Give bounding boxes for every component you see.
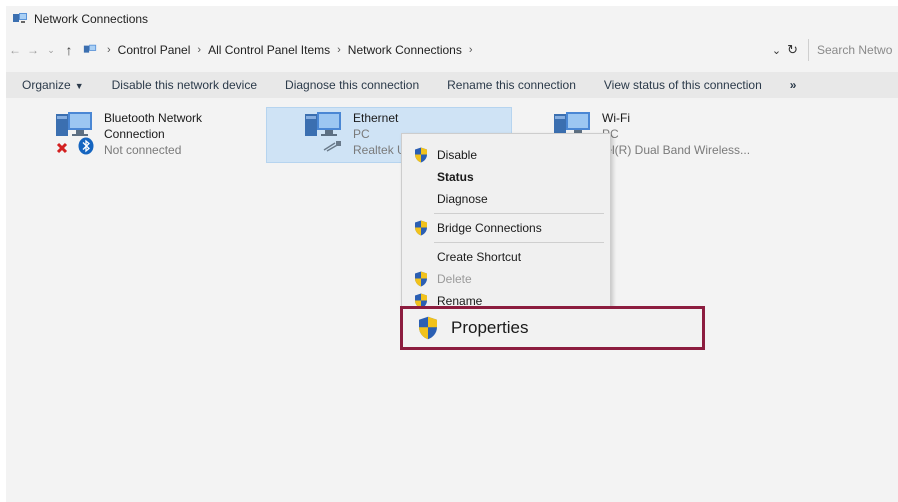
wifi-text: Wi-Fi PC tel(R) Dual Band Wireless... bbox=[602, 110, 750, 160]
address-row: ← → ⌄ ↑ › Control Panel › All Control Pa… bbox=[6, 36, 898, 64]
connection-name-cont: Connection bbox=[104, 127, 165, 141]
connection-name: Ethernet bbox=[353, 111, 399, 125]
menu-item-properties-highlighted[interactable]: Properties bbox=[400, 306, 705, 350]
ethernet-text: Ethernet PC Realtek U bbox=[353, 110, 406, 162]
organize-button[interactable]: Organize ▼ bbox=[22, 78, 84, 92]
more-commands-button[interactable]: » bbox=[790, 78, 797, 92]
view-status-button[interactable]: View status of this connection bbox=[604, 78, 762, 92]
connection-status: PC bbox=[602, 126, 750, 142]
menu-item-disable[interactable]: Disable bbox=[402, 144, 610, 166]
uac-shield-icon bbox=[414, 147, 428, 163]
caret-down-icon: ▼ bbox=[74, 81, 84, 91]
up-arrow-icon[interactable]: ↑ bbox=[60, 40, 78, 60]
connection-name: Wi-Fi bbox=[602, 111, 630, 125]
menu-separator bbox=[434, 242, 604, 243]
breadcrumb-separator-icon[interactable]: › bbox=[466, 44, 476, 56]
recent-locations-chevron-icon[interactable]: ⌄ bbox=[42, 40, 60, 60]
menu-item-create-shortcut[interactable]: Create Shortcut bbox=[402, 246, 610, 268]
address-bar[interactable]: › Control Panel › All Control Panel Item… bbox=[78, 39, 772, 61]
connection-bluetooth[interactable]: Bluetooth Network Connection Not connect… bbox=[54, 110, 254, 160]
uac-shield-icon bbox=[414, 220, 428, 236]
menu-item-diagnose[interactable]: Diagnose bbox=[402, 188, 610, 210]
error-x-icon bbox=[56, 142, 68, 154]
connection-status: PC bbox=[353, 127, 370, 141]
menu-separator bbox=[434, 213, 604, 214]
connection-device: tel(R) Dual Band Wireless... bbox=[602, 143, 751, 157]
connection-status: Not connected bbox=[104, 143, 182, 157]
breadcrumb-separator-icon: › bbox=[197, 44, 202, 56]
context-menu: Disable Status Diagnose Bridge Connectio… bbox=[401, 133, 611, 308]
breadcrumb-all-control-panel-items[interactable]: All Control Panel Items bbox=[204, 43, 334, 57]
refresh-icon[interactable]: ↻ bbox=[787, 42, 798, 58]
breadcrumb-network-connections[interactable]: Network Connections bbox=[344, 43, 466, 57]
control-panel-icon bbox=[83, 44, 97, 53]
uac-shield-icon bbox=[414, 271, 428, 287]
rename-connection-button[interactable]: Rename this connection bbox=[447, 78, 576, 92]
network-adapter-icon bbox=[303, 110, 345, 154]
network-adapter-icon bbox=[54, 110, 96, 155]
uac-shield-icon bbox=[417, 316, 439, 340]
connection-name: Bluetooth Network bbox=[104, 111, 203, 125]
breadcrumb-control-panel[interactable]: Control Panel bbox=[114, 43, 195, 57]
breadcrumb-separator-icon: › bbox=[107, 44, 111, 56]
network-connections-icon bbox=[13, 13, 27, 23]
menu-item-delete[interactable]: Delete bbox=[402, 268, 610, 290]
address-dropdown-icon[interactable]: ⌄ bbox=[772, 44, 781, 57]
window-title: Network Connections bbox=[34, 12, 149, 26]
diagnose-connection-button[interactable]: Diagnose this connection bbox=[285, 78, 419, 92]
breadcrumb-separator-icon: › bbox=[337, 44, 341, 56]
menu-item-status[interactable]: Status bbox=[402, 166, 610, 188]
bluetooth-icon bbox=[78, 137, 94, 155]
connection-device: Realtek U bbox=[353, 143, 406, 157]
search-input[interactable]: Search Network Connections bbox=[808, 39, 892, 61]
properties-label: Properties bbox=[451, 318, 529, 337]
disable-device-button[interactable]: Disable this network device bbox=[112, 78, 257, 92]
organize-label: Organize bbox=[22, 78, 71, 92]
forward-arrow-icon[interactable]: → bbox=[24, 40, 42, 60]
connections-list: Bluetooth Network Connection Not connect… bbox=[6, 98, 898, 502]
cable-icon bbox=[323, 141, 341, 152]
network-connections-window: Network Connections ← → ⌄ ↑ › Control Pa… bbox=[6, 6, 898, 502]
menu-item-bridge-connections[interactable]: Bridge Connections bbox=[402, 217, 610, 239]
back-arrow-icon[interactable]: ← bbox=[6, 40, 24, 60]
command-toolbar: Organize ▼ Disable this network device Di… bbox=[6, 72, 898, 98]
title-bar: Network Connections bbox=[6, 6, 898, 32]
bluetooth-text: Bluetooth Network Connection Not connect… bbox=[104, 110, 202, 160]
